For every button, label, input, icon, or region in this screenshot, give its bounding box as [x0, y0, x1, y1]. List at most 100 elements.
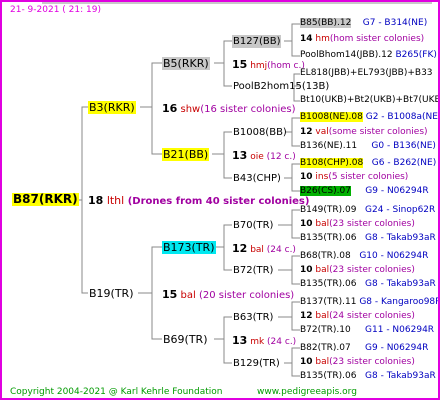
queen-code: G6 - B262(NE) [371, 158, 437, 168]
dam-dam-colony: B69(TR) [163, 333, 208, 346]
gen4-colony: B1008(BB) [233, 127, 287, 138]
line-count: (hom sister colonies) [329, 34, 425, 44]
right-line: 14 hm(hom sister colonies) [300, 34, 424, 45]
dam-count: (20 sister colonies) [198, 290, 295, 301]
gen4-colony: B72(TR) [233, 265, 274, 276]
sire-count: (16 sister colonies) [200, 104, 296, 115]
colony-ref: B137(TR).11 [300, 297, 357, 307]
line-num: 10 [300, 265, 313, 275]
right-line: 10 bal(23 sister colonies) [300, 219, 415, 230]
queen-code: G8 - Kangaroo98R [359, 297, 440, 307]
right-line: B26(CS).07 G9 - N06294R [300, 186, 429, 197]
colony-ref: B1008(NE).08 [300, 112, 363, 122]
sire-num: 16 [162, 102, 178, 115]
website-link[interactable]: www.pedigreeapis.org [257, 387, 357, 397]
line-count: (24 sister colonies) [329, 311, 415, 321]
line-abbr: bal [315, 219, 330, 229]
pedigree-chart: 21- 9-2021 ( 21: 19) B87(RKR) 18 lthl (D… [0, 0, 440, 400]
colony-ref: Bt10(UKB)+Bt2(UKB)+Bt7(UKB) [300, 95, 440, 105]
colony-ref: B135(TR).06 [300, 371, 357, 381]
line-count: (5 sister colonies) [328, 172, 409, 182]
line-count: (23 sister colonies) [329, 219, 415, 229]
gen4-colony: B129(TR) [233, 358, 280, 369]
queen-code: G0 - B136(NE) [371, 141, 436, 151]
right-line: 12 bal(24 sister colonies) [300, 311, 415, 322]
queen-code: G2 - B1008a(NE) [365, 112, 440, 122]
colony-ref: B85(BB).12 [300, 18, 352, 28]
sire-sire-info: 15 hmj(hom c.) [232, 58, 305, 71]
line-num: 14 [300, 34, 313, 44]
s-s-num: 15 [232, 58, 248, 71]
right-line: B85(BB).12 G7 - B314(NE) [300, 18, 427, 29]
colony-ref: B82(TR).07 [300, 343, 351, 353]
sire-info: 16 shw(16 sister colonies) [162, 102, 296, 115]
s-s-abbr: hmj [250, 61, 268, 71]
copyright-text: Copyright 2004-2021 @ Karl Kehrle Founda… [10, 387, 223, 397]
sire-sire-colony: B5(RKR) [162, 57, 210, 70]
queen-code: G8 - Takab93aR [365, 371, 436, 381]
right-line: B72(TR).10 G11 - N06294R [300, 325, 434, 336]
root-info: 18 lthl (Drones from 40 sister colonies) [88, 194, 309, 207]
dam-sire-colony: B173(TR) [162, 241, 216, 254]
colony-ref: B149(TR).09 [300, 205, 357, 215]
dam-abbr: bal [180, 290, 196, 301]
colony-ref: B108(CHP).08 [300, 158, 364, 168]
right-line: 12 val(some sister colonies) [300, 127, 428, 138]
line-num: 10 [300, 172, 313, 182]
right-line: 10 bal(23 sister colonies) [300, 357, 415, 368]
line-abbr: bal [315, 357, 330, 367]
root-abbr: lthl [106, 194, 125, 207]
root-note: (Drones from 40 sister colonies) [127, 196, 310, 207]
line-num: 12 [300, 311, 313, 321]
s-d-count: (12 c.) [266, 152, 296, 162]
right-line: B1008(NE).08 G2 - B1008a(NE) [300, 112, 440, 123]
right-line: B135(TR).06 G8 - Takab93aR [300, 233, 436, 244]
queen-code: G9 - N06294R [365, 186, 429, 196]
colony-ref: PoolBhom14(JBB).12 [300, 50, 393, 60]
line-count: (23 sister colonies) [329, 265, 415, 275]
s-d-abbr: oie [250, 152, 264, 162]
right-line: B68(TR).08 G10 - N06294R [300, 251, 428, 262]
queen-code: G9 - N06294R [365, 343, 429, 353]
d-s-count: (24 c.) [266, 245, 296, 255]
colony-ref: B72(TR).10 [300, 325, 351, 335]
line-count: (some sister colonies) [328, 127, 428, 137]
right-line: EL818(JBB)+EL793(JBB)+B33 [300, 68, 433, 79]
sire-colony: B3(RKR) [88, 101, 136, 114]
gen4-colony: B127(BB) [232, 35, 282, 48]
queen-code: G8 - Takab93aR [365, 233, 436, 243]
s-d-num: 13 [232, 149, 248, 162]
line-count: (23 sister colonies) [329, 357, 415, 367]
gen4-colony: B63(TR) [233, 312, 274, 323]
line-abbr: ins [315, 172, 329, 182]
dam-num: 15 [162, 288, 178, 301]
colony-ref: B135(TR).06 [300, 279, 357, 289]
line-num: 10 [300, 357, 313, 367]
root-num: 18 [88, 194, 104, 207]
dam-sire-info: 12 bal (24 c.) [232, 242, 296, 255]
colony-ref: B68(TR).08 [300, 251, 351, 261]
queen-code: G8 - Takab93aR [365, 279, 436, 289]
right-line: B137(TR).11 G8 - Kangaroo98R [300, 297, 440, 308]
gen4-colony: B70(TR) [233, 220, 274, 231]
right-line: B149(TR).09 G24 - Sinop62R [300, 205, 435, 216]
sire-dam-colony: B21(BB) [162, 148, 210, 161]
line-num: 12 [300, 127, 313, 137]
right-line: B136(NE).11 G0 - B136(NE) [300, 141, 436, 152]
queen-code: G7 - B314(NE) [362, 18, 428, 28]
right-line: B82(TR).07 G9 - N06294R [300, 343, 428, 354]
queen-code: G10 - N06294R [359, 251, 429, 261]
sire-dam-info: 13 oie (12 c.) [232, 149, 296, 162]
colony-ref: B136(NE).11 [300, 141, 358, 151]
line-num: 10 [300, 219, 313, 229]
d-s-num: 12 [232, 242, 248, 255]
dam-info: 15 bal (20 sister colonies) [162, 288, 294, 301]
right-line: B135(TR).06 G8 - Takab93aR [300, 371, 436, 382]
line-abbr: val [315, 127, 329, 137]
colony-ref: EL818(JBB)+EL793(JBB)+B33 [300, 68, 433, 78]
d-s-abbr: bal [250, 245, 264, 255]
gen4-colony: B43(CHP) [233, 173, 281, 184]
right-line: 10 bal(23 sister colonies) [300, 265, 415, 276]
gen4-colony: PoolB2hom15(13B) [233, 81, 330, 92]
right-line: 10 ins(5 sister colonies) [300, 172, 408, 183]
